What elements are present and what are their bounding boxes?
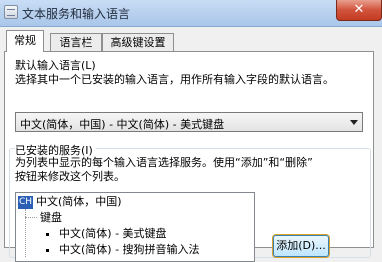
bullet-icon bbox=[46, 232, 49, 236]
chevron-down-icon bbox=[350, 120, 358, 125]
tree-item-keyboard-label: 键盘 bbox=[40, 211, 62, 224]
tab-panel-general: 默认输入语言(L) 选择其中一个已安装的输入语言，用作所有输入字段的默认语言。 … bbox=[4, 51, 374, 262]
installed-services-description-line1: 为列表中显示的每个输入语言选择服务。使用“添加”和“删除” bbox=[15, 156, 313, 169]
tab-language-bar[interactable]: 语言栏 bbox=[50, 33, 102, 51]
bullet-icon bbox=[46, 248, 49, 252]
tree-item-keyboard[interactable]: 键盘 bbox=[40, 210, 62, 225]
default-language-description: 选择其中一个已安装的输入语言，用作所有输入字段的默认语言。 bbox=[15, 73, 334, 86]
tab-general[interactable]: 常规 bbox=[6, 30, 44, 52]
tree-connector bbox=[25, 217, 37, 218]
window-title: 文本服务和输入语言 bbox=[22, 7, 131, 21]
installed-services-description-line2: 按钮来修改这个列表。 bbox=[15, 170, 125, 183]
service-label: 中文(简体) - 搜狗拼音输入法 bbox=[59, 243, 200, 256]
default-language-selected: 中文(简体，中国) - 中文(简体) - 美式键盘 bbox=[20, 118, 225, 131]
tree-item-service[interactable]: 中文(简体) - 搜狗拼音输入法 bbox=[46, 242, 200, 257]
tree-item-language-label: 中文(简体，中国) bbox=[36, 195, 122, 208]
tree-item-service[interactable]: 中文(简体) - 美式键盘 bbox=[46, 226, 167, 241]
add-button[interactable]: 添加(D)... bbox=[273, 235, 329, 257]
default-language-group-title: 默认输入语言(L) bbox=[15, 59, 96, 72]
tree-item-language[interactable]: CH 中文(简体，中国) bbox=[18, 194, 122, 209]
title-bar: 文本服务和输入语言 ✕ bbox=[0, 0, 382, 27]
tab-advanced-key-settings[interactable]: 高级键设置 bbox=[102, 33, 174, 51]
service-label: 中文(简体) - 美式键盘 bbox=[59, 227, 167, 240]
language-icon: CH bbox=[18, 195, 33, 209]
close-button[interactable]: ✕ bbox=[336, 0, 382, 21]
default-language-select[interactable]: 中文(简体，中国) - 中文(简体) - 美式键盘 bbox=[15, 112, 363, 132]
window-icon bbox=[4, 5, 18, 19]
installed-services-tree[interactable]: CH 中文(简体，中国) 键盘 中文(简体) - 美式键盘 中文(简体) - 搜狗… bbox=[15, 192, 255, 262]
